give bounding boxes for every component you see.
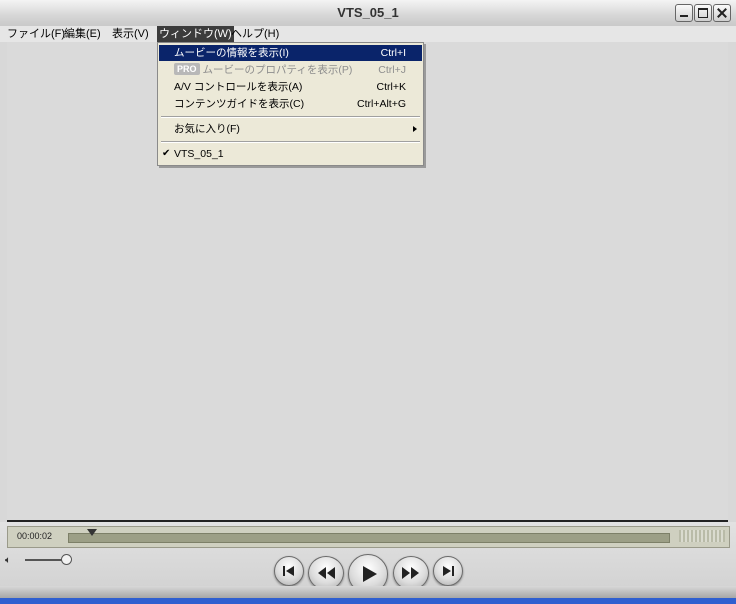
- menu-window[interactable]: ウィンドウ(W): [157, 26, 234, 42]
- go-to-end-icon: [443, 566, 454, 576]
- menu-item-show-movie-info[interactable]: ムービーの情報を表示(I) Ctrl+I: [159, 45, 422, 61]
- fast-forward-button[interactable]: [393, 556, 429, 590]
- menu-view[interactable]: 表示(V): [110, 26, 151, 42]
- go-to-end-button[interactable]: [433, 556, 463, 586]
- menu-bar: ファイル(F) 編集(E) 表示(V) ウィンドウ(W) ヘルプ(H): [0, 26, 736, 42]
- menu-item-window-vts[interactable]: ✔ VTS_05_1: [159, 146, 422, 162]
- menu-item-label: VTS_05_1: [174, 148, 224, 160]
- timeline-bar: 00:00:02: [7, 526, 730, 548]
- menu-item-label: ムービーの情報を表示(I): [174, 47, 289, 59]
- title-bar: VTS_05_1: [0, 0, 736, 27]
- menu-item-label: お気に入り(F): [174, 123, 240, 135]
- fast-forward-icon: [402, 567, 419, 579]
- close-button[interactable]: [713, 4, 731, 22]
- taskbar-strip: [0, 598, 736, 604]
- menu-separator: [161, 116, 420, 118]
- menu-help[interactable]: ヘルプ(H): [229, 26, 281, 42]
- time-display: 00:00:02: [17, 531, 53, 541]
- submenu-arrow-icon: [413, 126, 417, 132]
- go-to-start-icon: [283, 566, 294, 576]
- menu-item-show-movie-properties[interactable]: PRO ムービーのプロパティを表示(P) Ctrl+J: [159, 62, 422, 78]
- rewind-icon: [318, 567, 335, 579]
- go-to-start-button[interactable]: [274, 556, 304, 586]
- close-icon: [714, 5, 730, 21]
- menu-item-label: ムービーのプロパティを表示(P): [202, 64, 353, 76]
- checkmark-icon: ✔: [162, 148, 171, 159]
- maximize-icon: [695, 5, 711, 21]
- menu-file[interactable]: ファイル(F): [5, 26, 67, 42]
- minimize-icon: [676, 5, 692, 21]
- menu-item-label: コンテンツガイドを表示(C): [174, 98, 305, 110]
- menu-edit[interactable]: 編集(E): [62, 26, 103, 42]
- menu-item-shortcut: Ctrl+Alt+G: [356, 98, 406, 110]
- menu-item-shortcut: Ctrl+J: [378, 64, 406, 76]
- window-title: VTS_05_1: [337, 5, 399, 20]
- playhead-handle[interactable]: [87, 529, 97, 536]
- volume-control: 🔈︎: [5, 552, 77, 568]
- window-menu-dropdown: ムービーの情報を表示(I) Ctrl+I PRO ムービーのプロパティを表示(P)…: [157, 42, 424, 166]
- minimize-button[interactable]: [675, 4, 693, 22]
- resize-grip[interactable]: [679, 530, 725, 542]
- menu-item-show-av-controls[interactable]: A/V コントロールを表示(A) Ctrl+K: [159, 79, 422, 95]
- menu-item-label: A/V コントロールを表示(A): [174, 81, 303, 93]
- speaker-icon: 🔈︎: [5, 555, 11, 566]
- menu-item-favorites[interactable]: お気に入り(F): [159, 121, 422, 137]
- maximize-button[interactable]: [694, 4, 712, 22]
- rewind-button[interactable]: [308, 556, 344, 590]
- volume-slider-knob[interactable]: [61, 554, 72, 565]
- menu-separator: [161, 141, 420, 143]
- scrubber-track[interactable]: [68, 533, 670, 543]
- menu-item-shortcut: Ctrl+K: [376, 81, 406, 93]
- menu-item-show-content-guide[interactable]: コンテンツガイドを表示(C) Ctrl+Alt+G: [159, 96, 422, 112]
- pro-badge: PRO: [174, 63, 200, 75]
- menu-item-shortcut: Ctrl+I: [380, 47, 406, 59]
